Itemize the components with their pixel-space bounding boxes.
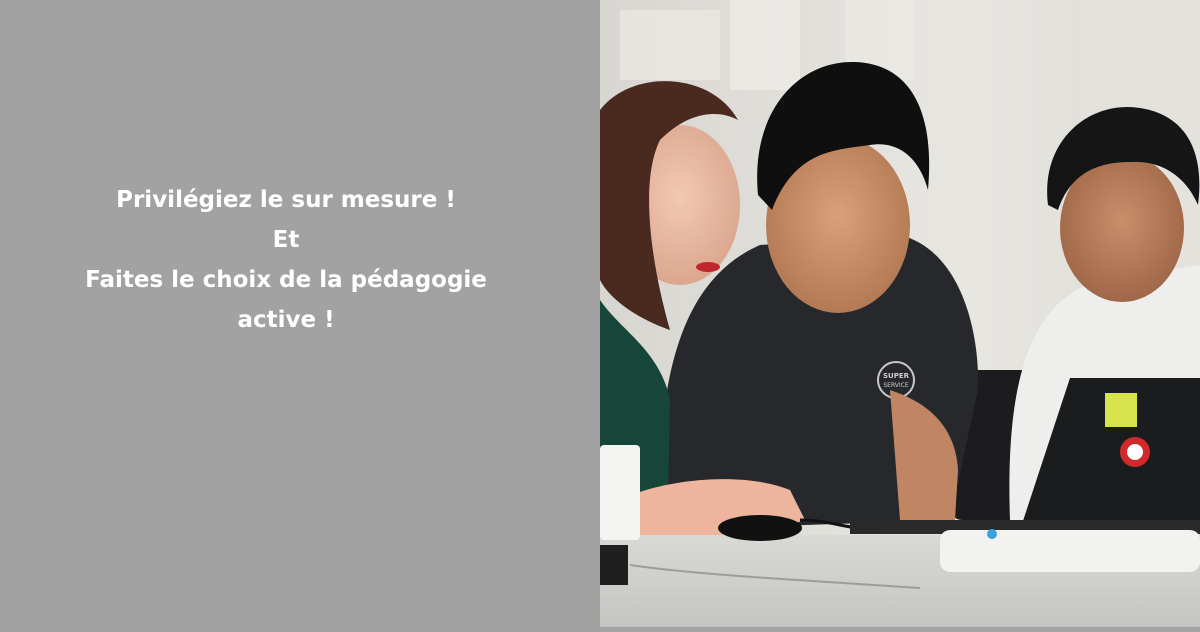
text-panel: Privilégiez le sur mesure ! Et Faites le… xyxy=(0,0,600,627)
computer-mouse xyxy=(718,515,802,541)
mug-base xyxy=(600,545,628,585)
poster xyxy=(620,10,720,80)
headline-line-4: active ! xyxy=(237,307,335,333)
mug xyxy=(600,445,640,540)
tshirt-logo-line-1: SUPER xyxy=(883,372,910,380)
sticker-red-inner xyxy=(1127,444,1143,460)
headline-line-2: Et xyxy=(272,227,300,253)
person-left-lips xyxy=(696,262,720,272)
headline: Privilégiez le sur mesure ! Et Faites le… xyxy=(0,180,572,340)
tshirt-logo-line-2: SERVICE xyxy=(883,382,909,389)
power-strip xyxy=(940,530,1200,572)
headline-line-1: Privilégiez le sur mesure ! xyxy=(116,187,456,213)
power-strip-light xyxy=(987,529,997,539)
workshop-photo: SUPER SERVICE xyxy=(600,0,1200,627)
photo-illustration: SUPER SERVICE xyxy=(600,0,1200,627)
headline-line-3: Faites le choix de la pédagogie xyxy=(85,267,487,293)
poster xyxy=(730,0,800,90)
sticker-yellow xyxy=(1105,393,1137,427)
